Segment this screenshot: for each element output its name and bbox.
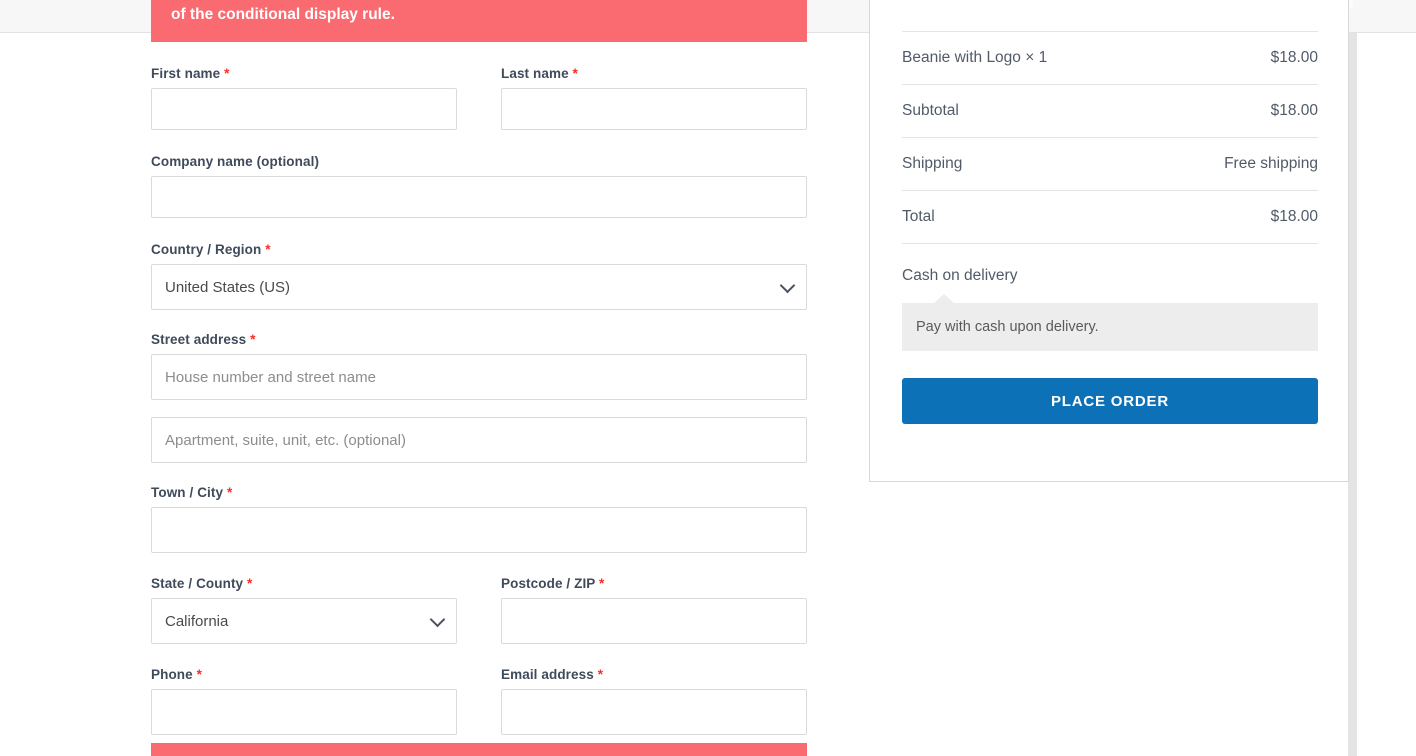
email-group: Email address * (501, 667, 807, 735)
name-row: First name * Last name * (151, 66, 807, 130)
city-label-text: Town / City (151, 485, 224, 500)
validation-notice-banner-bottom (151, 743, 807, 756)
shipping-label: Shipping (902, 155, 963, 172)
state-select[interactable] (151, 598, 457, 644)
country-group: Country / Region * (151, 242, 807, 310)
first-name-label: First name * (151, 66, 457, 81)
email-label-text: Email address (501, 667, 594, 682)
order-review-card: Beanie with Logo × 1 $18.00 Subtotal $18… (869, 0, 1349, 482)
required-asterisk: * (597, 667, 604, 682)
order-review-inner: Beanie with Logo × 1 $18.00 Subtotal $18… (902, 0, 1318, 424)
state-label: State / County * (151, 576, 457, 591)
validation-notice-banner: of the conditional display rule. (151, 0, 807, 42)
last-name-label: Last name * (501, 66, 807, 81)
address-line-2-group (151, 417, 807, 463)
first-name-label-text: First name (151, 66, 221, 81)
place-order-button[interactable]: PLACE ORDER (902, 378, 1318, 424)
phone-input[interactable] (151, 689, 457, 735)
payment-method-title[interactable]: Cash on delivery (902, 267, 1318, 285)
phone-email-row: Phone * Email address * (151, 667, 807, 735)
city-group: Town / City * (151, 485, 807, 553)
country-label: Country / Region * (151, 242, 807, 257)
country-select-wrap (151, 264, 807, 310)
shipping-value: Free shipping (1224, 155, 1318, 172)
email-input[interactable] (501, 689, 807, 735)
payment-method-description: Pay with cash upon delivery. (902, 303, 1318, 351)
state-select-wrap (151, 598, 457, 644)
address-line-2-input[interactable] (151, 417, 807, 463)
postcode-group: Postcode / ZIP * (501, 576, 807, 644)
billing-form: of the conditional display rule. First n… (151, 0, 807, 735)
postcode-label: Postcode / ZIP * (501, 576, 807, 591)
last-name-label-text: Last name (501, 66, 569, 81)
page-scrollbar[interactable] (1348, 33, 1357, 756)
street-address-group: Street address * (151, 332, 807, 400)
state-group: State / County * (151, 576, 457, 644)
total-label: Total (902, 208, 935, 225)
country-label-text: Country / Region (151, 242, 262, 257)
company-name-label: Company name (optional) (151, 154, 807, 169)
phone-label-text: Phone (151, 667, 193, 682)
company-name-group: Company name (optional) (151, 154, 807, 218)
required-asterisk: * (599, 576, 605, 591)
last-name-input[interactable] (501, 88, 807, 130)
payment-method-box-wrap: Pay with cash upon delivery. (902, 294, 1318, 351)
subtotal-value: $18.00 (1270, 102, 1318, 119)
required-asterisk: * (250, 332, 256, 347)
street-address-label-text: Street address (151, 332, 247, 347)
required-asterisk: * (226, 485, 233, 500)
required-asterisk: * (572, 66, 578, 81)
triangle-pointer-icon (933, 294, 955, 304)
table-row: Total $18.00 (902, 190, 1318, 244)
postcode-label-text: Postcode / ZIP (501, 576, 596, 591)
required-asterisk: * (196, 667, 202, 682)
subtotal-label: Subtotal (902, 102, 959, 119)
state-label-text: State / County (151, 576, 244, 591)
required-asterisk: * (224, 66, 230, 81)
required-asterisk: * (247, 576, 253, 591)
city-label: Town / City * (151, 485, 807, 500)
table-row: Beanie with Logo × 1 $18.00 (902, 31, 1318, 85)
order-line-item-value: $18.00 (1270, 49, 1318, 66)
order-line-item-label: Beanie with Logo × 1 (902, 49, 1048, 66)
order-totals-table: Beanie with Logo × 1 $18.00 Subtotal $18… (902, 31, 1318, 244)
first-name-group: First name * (151, 66, 457, 130)
company-name-label-text: Company name (optional) (151, 154, 320, 169)
last-name-group: Last name * (501, 66, 807, 130)
city-input[interactable] (151, 507, 807, 553)
street-address-input[interactable] (151, 354, 807, 400)
state-postcode-row: State / County * Postcode / ZIP * (151, 576, 807, 644)
phone-label: Phone * (151, 667, 457, 682)
total-value: $18.00 (1270, 208, 1318, 225)
first-name-input[interactable] (151, 88, 457, 130)
validation-notice-text: of the conditional display rule. (171, 5, 395, 23)
table-row: Subtotal $18.00 (902, 84, 1318, 138)
country-select[interactable] (151, 264, 807, 310)
email-label: Email address * (501, 667, 807, 682)
postcode-input[interactable] (501, 598, 807, 644)
required-asterisk: * (265, 242, 271, 257)
table-row: Shipping Free shipping (902, 137, 1318, 191)
company-name-input[interactable] (151, 176, 807, 218)
street-address-label: Street address * (151, 332, 807, 347)
phone-group: Phone * (151, 667, 457, 735)
